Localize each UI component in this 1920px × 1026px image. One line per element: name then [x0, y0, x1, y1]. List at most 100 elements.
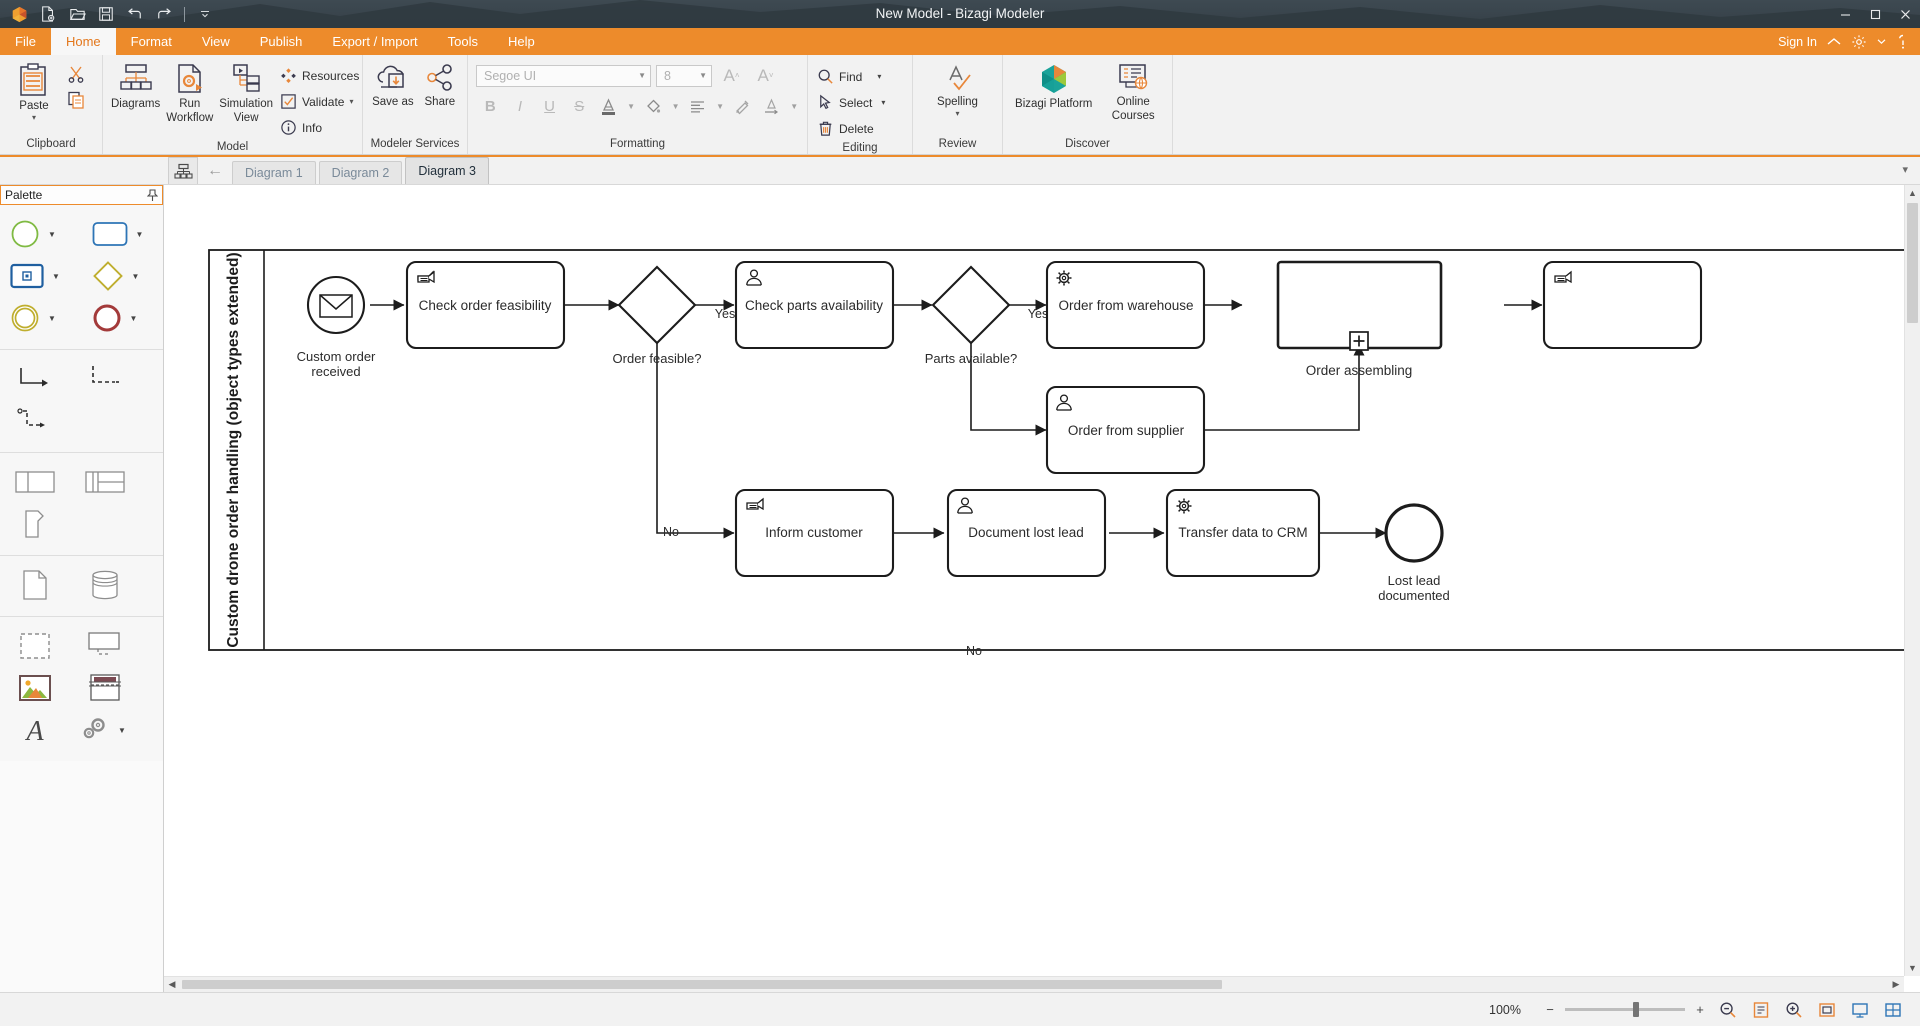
- tabstrip-collapse-icon[interactable]: ▾: [1902, 163, 1920, 176]
- palette-item-association[interactable]: [0, 400, 70, 442]
- save-icon[interactable]: [93, 2, 119, 26]
- scroll-up-button[interactable]: ▲: [1905, 185, 1920, 201]
- spelling-button[interactable]: Spelling ▾: [927, 58, 989, 117]
- tab-diagram-2[interactable]: Diagram 2: [319, 161, 403, 184]
- select-button[interactable]: Select ▾: [814, 90, 891, 115]
- diagram-tabs[interactable]: ← Diagram 1 Diagram 2 Diagram 3: [0, 155, 489, 184]
- palette-item-intermediate-event[interactable]: ▼: [0, 297, 82, 339]
- menu-item-publish[interactable]: Publish: [245, 28, 318, 55]
- menu-item-help[interactable]: Help: [493, 28, 550, 55]
- node-user-task-document-lost-lead[interactable]: Document lost lead: [948, 490, 1105, 576]
- shrink-font-button[interactable]: A˅: [751, 63, 780, 88]
- zoom-slider-knob[interactable]: [1633, 1002, 1639, 1017]
- redo-icon[interactable]: [151, 2, 177, 26]
- zoom-in-step-button[interactable]: +: [1692, 1002, 1708, 1018]
- menu-right-area[interactable]: Sign In: [1778, 28, 1920, 55]
- scroll-down-button[interactable]: ▼: [1905, 960, 1920, 976]
- bpmn-diagram[interactable]: Custom drone order handling (object type…: [164, 185, 1904, 805]
- underline-button[interactable]: U: [535, 94, 564, 119]
- palette-item-phase[interactable]: [0, 503, 70, 545]
- node-manual-task-offscreen[interactable]: [1544, 262, 1701, 348]
- diagrams-button[interactable]: Diagrams: [109, 58, 162, 110]
- copy-button[interactable]: [64, 87, 91, 112]
- validate-caret[interactable]: ▾: [349, 97, 353, 106]
- node-manual-task-check-order-feasibility[interactable]: Check order feasibility: [407, 262, 564, 348]
- chevron-down-icon[interactable]: ▼: [130, 314, 138, 323]
- palette-item-sequence-flow[interactable]: [0, 358, 70, 400]
- full-screen-button[interactable]: [1814, 998, 1840, 1022]
- palette-item-table[interactable]: [70, 667, 140, 709]
- scroll-left-button[interactable]: ◀: [164, 977, 180, 992]
- node-service-task-order-from-warehouse[interactable]: Order from warehouse: [1047, 262, 1204, 348]
- menu-item-file[interactable]: File: [0, 28, 51, 55]
- diagram-canvas[interactable]: Custom drone order handling (object type…: [164, 185, 1904, 976]
- palette-item-group[interactable]: [0, 625, 70, 667]
- open-folder-icon[interactable]: [64, 2, 90, 26]
- font-family-select[interactable]: Segoe UI ▼: [476, 65, 651, 87]
- palette-item-start-event[interactable]: ▼: [0, 213, 82, 255]
- menu-item-export-import[interactable]: Export / Import: [317, 28, 432, 55]
- fill-color-button[interactable]: [639, 94, 668, 119]
- italic-button[interactable]: I: [506, 94, 535, 119]
- align-button[interactable]: [684, 94, 713, 119]
- node-user-task-order-from-supplier[interactable]: Order from supplier: [1047, 387, 1204, 473]
- cut-button[interactable]: [64, 61, 91, 86]
- close-button[interactable]: [1890, 0, 1920, 28]
- palette-item-extended-attributes[interactable]: ▼: [70, 709, 152, 751]
- horizontal-scrollbar[interactable]: ◀ ▶: [164, 976, 1904, 992]
- chevron-down-icon[interactable]: ▼: [48, 230, 56, 239]
- menu-bar[interactable]: File Home Format View Publish Export / I…: [0, 28, 1920, 55]
- zoom-in-button[interactable]: [1781, 998, 1807, 1022]
- tab-diagram-3[interactable]: Diagram 3: [405, 157, 489, 184]
- find-caret[interactable]: ▾: [877, 72, 881, 81]
- validate-button[interactable]: Validate ▾: [277, 89, 365, 114]
- resources-button[interactable]: Resources: [277, 63, 365, 88]
- maximize-button[interactable]: [1860, 0, 1890, 28]
- strikethrough-button[interactable]: S: [565, 94, 594, 119]
- align-dropdown-icon[interactable]: ▼: [713, 94, 727, 119]
- palette-item-subprocess[interactable]: ▼: [0, 255, 82, 297]
- scroll-right-button[interactable]: ▶: [1888, 977, 1904, 992]
- menu-item-format[interactable]: Format: [116, 28, 187, 55]
- window-controls[interactable]: [1830, 0, 1920, 28]
- save-as-button[interactable]: Save as: [369, 58, 417, 108]
- node-manual-task-inform-customer[interactable]: Inform customer: [736, 490, 893, 576]
- fit-page-button[interactable]: [1748, 998, 1774, 1022]
- select-caret[interactable]: ▾: [881, 98, 885, 107]
- chevron-down-icon[interactable]: ▼: [118, 726, 126, 735]
- text-direction-dropdown-icon[interactable]: ▼: [787, 94, 801, 119]
- simulation-view-button[interactable]: Simulation View: [217, 58, 275, 124]
- palette-item-image[interactable]: [0, 667, 70, 709]
- grow-font-button[interactable]: A˄: [717, 63, 746, 88]
- vertical-scroll-thumb[interactable]: [1907, 203, 1918, 323]
- zoom-out-button[interactable]: [1715, 998, 1741, 1022]
- bizagi-platform-button[interactable]: Bizagi Platform: [1009, 58, 1098, 110]
- font-color-dropdown-icon[interactable]: ▼: [624, 94, 638, 119]
- customize-quick-access-icon[interactable]: [192, 2, 218, 26]
- gear-icon[interactable]: [1851, 34, 1867, 50]
- presentation-button[interactable]: [1847, 998, 1873, 1022]
- palette-item-text[interactable]: A: [0, 709, 70, 751]
- menu-item-view[interactable]: View: [187, 28, 245, 55]
- chevron-down-icon[interactable]: ▼: [132, 272, 140, 281]
- menu-item-home[interactable]: Home: [51, 28, 116, 55]
- sign-in-link[interactable]: Sign In: [1778, 35, 1817, 49]
- new-file-icon[interactable]: [35, 2, 61, 26]
- share-button[interactable]: Share: [419, 58, 461, 108]
- bold-button[interactable]: B: [476, 94, 505, 119]
- pin-icon[interactable]: [147, 189, 158, 202]
- gear-dropdown-icon[interactable]: [1877, 38, 1886, 45]
- font-size-select[interactable]: 8 ▼: [656, 65, 712, 87]
- node-user-task-check-parts-availability[interactable]: Check parts availability: [736, 262, 893, 348]
- zoom-out-step-button[interactable]: −: [1542, 1002, 1558, 1018]
- diagram-canvas-wrapper[interactable]: Custom drone order handling (object type…: [164, 185, 1920, 992]
- chevron-down-icon[interactable]: ▼: [638, 71, 646, 80]
- font-color-button[interactable]: [595, 94, 624, 119]
- online-courses-button[interactable]: Online Courses: [1100, 58, 1166, 122]
- palette-item-lane[interactable]: [70, 461, 140, 503]
- palette-item-end-event[interactable]: ▼: [82, 297, 164, 339]
- tab-diagram-1[interactable]: Diagram 1: [232, 161, 316, 184]
- vertical-scrollbar[interactable]: ▲ ▼: [1904, 185, 1920, 976]
- horizontal-scroll-thumb[interactable]: [182, 980, 1222, 989]
- quick-access-toolbar[interactable]: [6, 0, 218, 28]
